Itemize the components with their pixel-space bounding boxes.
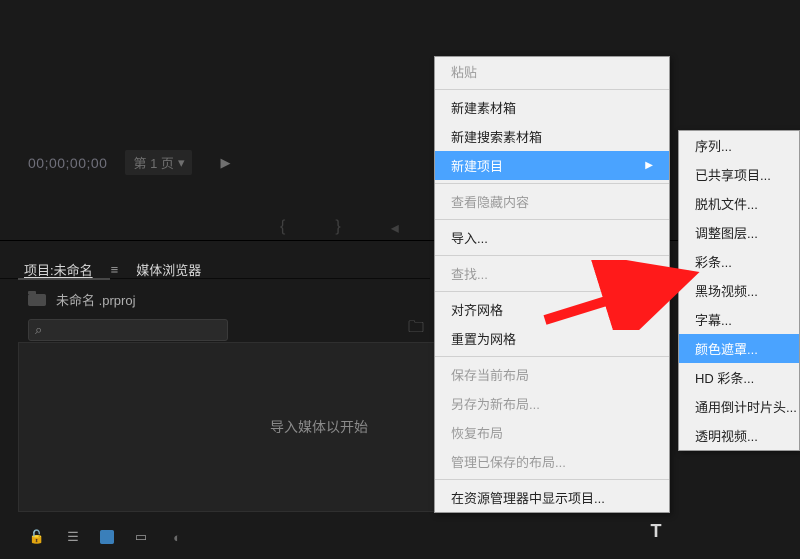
menu-separator [435,219,669,220]
submenu-transparent[interactable]: 透明视频... [679,421,799,450]
submenu-captions[interactable]: 字幕... [679,305,799,334]
submenu-black-video[interactable]: 黑场视频... [679,276,799,305]
search-row: ⌕ 🗀 [28,316,424,343]
submenu-adjustment[interactable]: 调整图层... [679,218,799,247]
marker-in-icon[interactable]: { [280,218,285,238]
icon-view-icon[interactable] [100,530,114,544]
lock-icon[interactable]: 🔓 [28,530,46,544]
timecode-display: 00;00;00;00 [28,155,107,171]
menu-separator [435,255,669,256]
chevron-right-icon: ▶ [645,160,653,171]
menu-reveal[interactable]: 在资源管理器中显示项目... [435,483,669,512]
submenu-shared-project[interactable]: 已共享项目... [679,160,799,189]
active-tab-underline [18,278,110,280]
menu-separator [435,183,669,184]
menu-view-hidden: 查看隐藏内容 [435,187,669,216]
submenu-sequence[interactable]: 序列... [679,131,799,160]
page-selector-label: 第 1 页 [133,153,173,172]
menu-separator [435,89,669,90]
project-file-name: 未命名 .prproj [56,290,135,309]
menu-new-bin[interactable]: 新建素材箱 [435,93,669,122]
submenu-new-item: 序列... 已共享项目... 脱机文件... 调整图层... 彩条... 黑场视… [678,130,800,451]
submenu-hd-bars[interactable]: HD 彩条... [679,363,799,392]
project-bottom-bar: 🔓 ☰ ▭ ◐ [28,530,186,544]
submenu-bars[interactable]: 彩条... [679,247,799,276]
marker-controls: { } ◂ [280,218,399,238]
project-file-row: 未命名 .prproj [28,290,135,309]
play-icon[interactable]: ▶ [220,155,230,171]
menu-save-as-layout: 另存为新布局... [435,389,669,418]
new-bin-icon[interactable]: 🗀 [408,316,424,343]
timeline-header: 00;00;00;00 第 1 页 ▾ ▶ [28,150,230,175]
search-icon: ⌕ [35,322,42,338]
search-input[interactable]: ⌕ [28,319,228,341]
menu-separator [435,479,669,480]
marker-out-icon[interactable]: } [335,218,340,238]
menu-paste: 粘贴 [435,57,669,86]
menu-save-layout: 保存当前布局 [435,360,669,389]
zoom-slider-icon[interactable]: ◐ [168,530,186,544]
type-icon[interactable]: T [651,521,662,542]
menu-align-grid[interactable]: 对齐网格 [435,295,669,324]
menu-manage-layouts: 管理已保存的布局... [435,447,669,476]
drop-hint-label: 导入媒体以开始 [270,417,368,437]
menu-new-item[interactable]: 新建项目 ▶ [435,151,669,180]
menu-separator [435,356,669,357]
menu-separator [435,291,669,292]
menu-reset-grid[interactable]: 重置为网格 [435,324,669,353]
menu-import[interactable]: 导入... [435,223,669,252]
menu-find: 查找... [435,259,669,288]
submenu-countdown[interactable]: 通用倒计时片头... [679,392,799,421]
context-menu: 粘贴 新建素材箱 新建搜索素材箱 新建项目 ▶ 查看隐藏内容 导入... 查找.… [434,56,670,513]
page-selector[interactable]: 第 1 页 ▾ [125,150,192,175]
marker-go-icon[interactable]: ◂ [391,218,399,238]
menu-restore-layout: 恢复布局 [435,418,669,447]
menu-new-search-bin[interactable]: 新建搜索素材箱 [435,122,669,151]
submenu-offline-file[interactable]: 脱机文件... [679,189,799,218]
bin-icon [28,294,46,306]
tab-menu-icon[interactable]: ≡ [111,262,119,277]
submenu-color-matte[interactable]: 颜色遮罩... [679,334,799,363]
chevron-down-icon: ▾ [178,155,185,171]
list-view-icon[interactable]: ☰ [64,530,82,544]
freeform-view-icon[interactable]: ▭ [132,530,150,544]
